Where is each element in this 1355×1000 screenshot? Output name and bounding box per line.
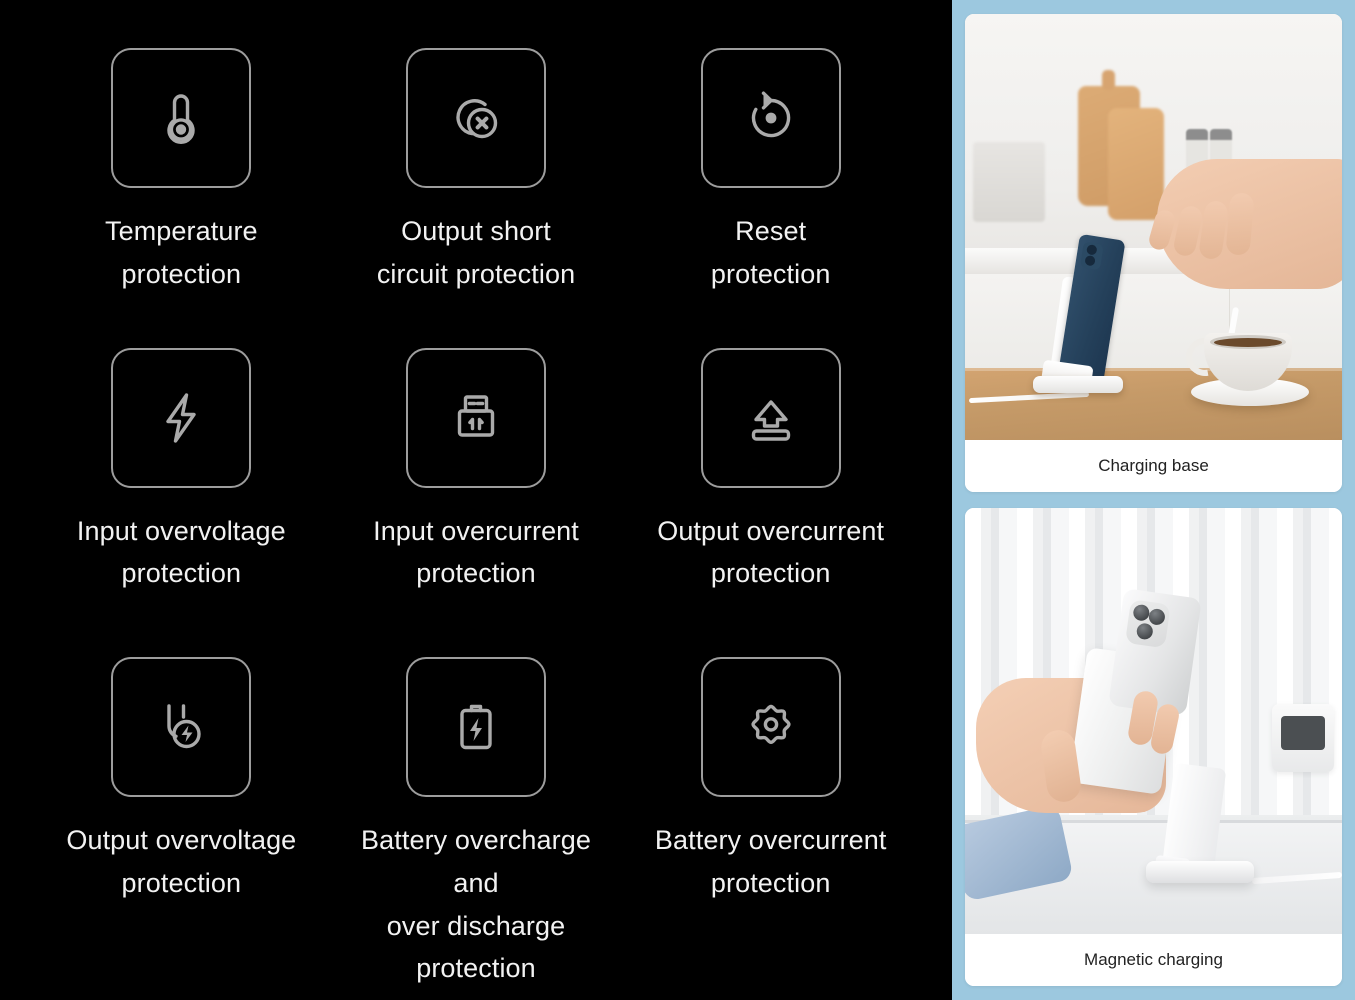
product-feature-page: Temperature protection Output short circui… [0, 0, 1355, 1000]
feature-label: Input overcurrent protection [373, 515, 579, 589]
protection-features-grid: Temperature protection Output short circui… [0, 0, 952, 1000]
photo-caption: Magnetic charging [965, 934, 1342, 986]
feature-item-reset-protection: Reset protection [623, 30, 918, 340]
plug-bolt-icon [111, 657, 252, 798]
feature-label: Output overvoltage protection [66, 825, 297, 899]
feature-label: Input overvoltage protection [76, 515, 286, 589]
feature-item-battery-overcurrent-protection: Battery overcurrent protection [623, 649, 918, 990]
photo-caption: Charging base [965, 440, 1342, 492]
feature-item-input-overvoltage-protection: Input overvoltage protection [34, 340, 329, 650]
feature-label: Reset protection [710, 216, 831, 289]
reset-icon [700, 48, 841, 188]
feature-label: Battery overcharge and over discharge prote… [361, 825, 591, 984]
feature-label: Output short circuit protection [376, 216, 576, 289]
eject-output-icon [700, 347, 841, 488]
magnetic-charging-photo [965, 508, 1342, 934]
feature-label: Battery overcurrent protection [654, 825, 887, 899]
lightning-bolt-icon [111, 347, 252, 488]
feature-row: Input overvoltage protection Input overcu… [34, 340, 918, 650]
feature-label: Output overcurrent protection [657, 515, 885, 589]
short-circuit-icon [406, 48, 546, 188]
feature-item-output-short-circuit-protection: Output short circuit protection [329, 30, 624, 340]
feature-item-output-overcurrent-protection: Output overcurrent protection [623, 340, 918, 650]
feature-item-input-overcurrent-protection: Input overcurrent protection [329, 340, 624, 650]
photo-card-charging-base: Charging base [965, 14, 1342, 492]
usb-connector-icon [406, 347, 546, 488]
feature-label: Temperature protection [105, 216, 258, 289]
battery-bolt-icon [406, 657, 546, 798]
feature-item-temperature-protection: Temperature protection [34, 30, 329, 340]
product-photo-panel: Charging base Magnetic charging [952, 0, 1355, 1000]
feature-item-output-overvoltage-protection: Output overvoltage protection [34, 649, 329, 990]
photo-card-magnetic-charging: Magnetic charging [965, 508, 1342, 986]
feature-item-battery-overcharge-protection: Battery overcharge and over discharge prote… [329, 649, 624, 990]
charging-base-photo [965, 14, 1342, 440]
feature-row: Temperature protection Output short circui… [34, 30, 918, 340]
thermometer-icon [111, 48, 252, 188]
gear-icon [700, 657, 841, 798]
feature-row: Output overvoltage protection Battery ove… [34, 649, 918, 990]
